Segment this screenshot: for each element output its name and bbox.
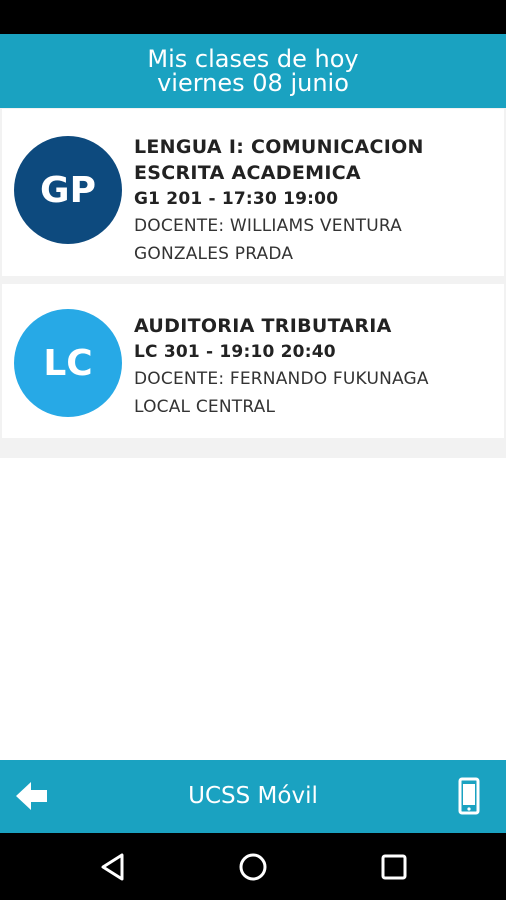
class-schedule: G1 201 - 17:30 19:00: [134, 189, 339, 209]
smartphone-icon[interactable]: [454, 776, 484, 816]
campus-location: LOCAL CENTRAL: [134, 397, 276, 417]
class-card[interactable]: GP LENGUA I: COMUNICACION ESCRITA ACADEM…: [2, 109, 504, 276]
arrow-left-icon[interactable]: [14, 780, 50, 812]
system-navigation-bar: [0, 833, 506, 900]
class-info: AUDITORIA TRIBUTARIA LC 301 - 19:10 20:4…: [134, 313, 494, 421]
teacher-name: DOCENTE: FERNANDO FUKUNAGA: [134, 369, 429, 389]
campus-location: GONZALES PRADA: [134, 244, 294, 264]
course-name: AUDITORIA TRIBUTARIA: [134, 315, 392, 337]
app-title: UCSS Móvil: [188, 783, 318, 809]
bottom-app-bar: UCSS Móvil: [0, 760, 506, 833]
class-schedule: LC 301 - 19:10 20:40: [134, 342, 336, 362]
class-card[interactable]: LC AUDITORIA TRIBUTARIA LC 301 - 19:10 2…: [2, 284, 504, 438]
page-date: viernes 08 junio: [157, 69, 349, 97]
triangle-back-icon[interactable]: [98, 851, 130, 883]
teacher-name: DOCENTE: WILLIAMS VENTURA: [134, 216, 402, 236]
status-bar: [0, 0, 506, 34]
page-header: Mis clases de hoy viernes 08 junio: [0, 34, 506, 108]
square-recents-icon[interactable]: [378, 851, 410, 883]
circle-home-icon[interactable]: [237, 851, 269, 883]
class-info: LENGUA I: COMUNICACION ESCRITA ACADEMICA…: [134, 134, 494, 268]
course-name: LENGUA I: COMUNICACION ESCRITA ACADEMICA: [134, 136, 424, 184]
avatar: LC: [14, 309, 122, 417]
avatar: GP: [14, 136, 122, 244]
